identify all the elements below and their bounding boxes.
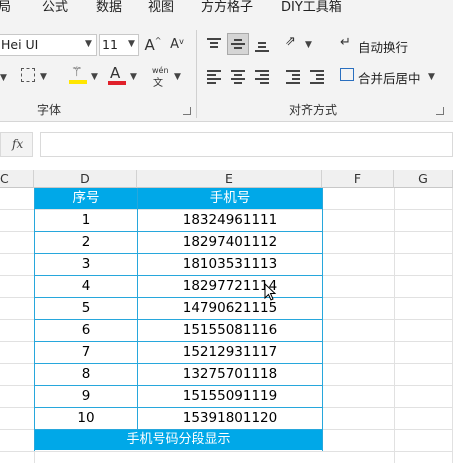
table-border	[137, 188, 138, 430]
mouse-pointer-icon	[264, 283, 277, 301]
borders-icon[interactable]	[21, 68, 35, 82]
table-border	[34, 253, 323, 254]
alignment-group-label: 对齐方式	[289, 103, 338, 117]
cell-phone[interactable]: 18103531113	[138, 254, 322, 275]
align-center-icon[interactable]	[231, 70, 245, 84]
tab-layout[interactable]: 局	[0, 0, 11, 15]
cell-phone[interactable]: 15212931117	[138, 342, 322, 363]
increase-font-icon: A	[144, 36, 155, 54]
merge-center-button[interactable]: 合并后居中 ▼	[340, 66, 445, 86]
column-header-f[interactable]: F	[322, 170, 394, 188]
ribbon-tab-bar: 局 公式 数据 视图 方方格子 DIY工具箱	[0, 0, 453, 22]
tab-diy-toolbox[interactable]: DIY工具箱	[281, 0, 342, 15]
font-color-button[interactable]: A	[106, 64, 128, 86]
cell-index[interactable]: 8	[35, 364, 137, 385]
increase-indent-icon[interactable]	[310, 70, 324, 84]
cell-phone[interactable]: 18324961111	[138, 210, 322, 231]
font-name-select[interactable]: Hei UI ▼	[0, 34, 97, 56]
wrap-text-icon: ↵	[340, 35, 351, 50]
formula-input[interactable]	[40, 132, 453, 157]
header-cell-index[interactable]: 序号	[35, 188, 137, 209]
chevron-down-icon[interactable]: ▼	[40, 72, 47, 82]
table-border	[34, 363, 323, 364]
wrap-text-button[interactable]: ↵ 自动换行	[340, 35, 440, 55]
table-border	[34, 429, 323, 430]
font-color-bar	[108, 81, 126, 85]
column-header-c[interactable]: C	[0, 170, 34, 188]
phonetic-guide-button[interactable]: wén 文	[148, 64, 172, 89]
cell-index[interactable]: 4	[35, 276, 137, 297]
column-header-g[interactable]: G	[394, 170, 453, 188]
cell-phone[interactable]: 15155091119	[138, 386, 322, 407]
table-border	[34, 407, 323, 408]
cell-index[interactable]: 1	[35, 210, 137, 231]
decrease-font-icon: A	[170, 37, 180, 52]
gridline	[394, 188, 395, 463]
decrease-font-size-button[interactable]: Av	[168, 37, 186, 52]
cell-phone[interactable]: 18297721114	[138, 276, 322, 297]
align-right-icon[interactable]	[255, 70, 269, 84]
chevron-down-icon[interactable]: ▼	[91, 72, 98, 82]
chevron-down-icon: ▼	[128, 39, 135, 49]
align-middle-button[interactable]	[227, 33, 249, 55]
chevron-down-icon: ▼	[85, 39, 92, 49]
cell-index[interactable]: 3	[35, 254, 137, 275]
group-separator	[196, 30, 197, 118]
gridline	[0, 451, 453, 452]
font-group-label: 字体	[37, 103, 62, 117]
tab-formulas[interactable]: 公式	[42, 0, 68, 15]
cell-index[interactable]: 6	[35, 320, 137, 341]
tab-ffgz[interactable]: 方方格子	[201, 0, 253, 15]
table-border	[34, 275, 323, 276]
footer-merged-cell[interactable]: 手机号码分段显示	[35, 430, 322, 450]
tab-view[interactable]: 视图	[148, 0, 174, 15]
table-border	[34, 231, 323, 232]
increase-font-size-button[interactable]: A^	[144, 36, 162, 54]
align-middle-icon	[231, 38, 245, 50]
alignment-dialog-launcher[interactable]	[436, 107, 444, 115]
align-top-icon[interactable]	[207, 38, 221, 50]
align-left-icon[interactable]	[207, 70, 221, 84]
table-border	[34, 385, 323, 386]
column-header-e[interactable]: E	[137, 170, 322, 188]
tab-data[interactable]: 数据	[96, 0, 122, 15]
orientation-icon[interactable]: ⇗	[285, 34, 296, 49]
chevron-down-icon[interactable]: ▼	[0, 73, 7, 83]
fill-color-button[interactable]: ⚚	[67, 64, 89, 86]
cell-index[interactable]: 9	[35, 386, 137, 407]
cell-phone[interactable]: 14790621115	[138, 298, 322, 319]
table-border	[34, 319, 323, 320]
cell-phone[interactable]: 18297401112	[138, 232, 322, 253]
font-dialog-launcher[interactable]	[183, 107, 191, 115]
cell-phone[interactable]: 15391801120	[138, 408, 322, 429]
paint-bucket-icon: ⚚	[71, 65, 83, 80]
chevron-down-icon[interactable]: ▼	[130, 72, 137, 82]
fill-color-bar	[69, 80, 87, 84]
chevron-down-icon: ▼	[428, 72, 435, 82]
chevron-down-icon[interactable]: ▼	[174, 72, 181, 82]
merge-center-icon	[340, 68, 354, 81]
cell-phone[interactable]: 15155081116	[138, 320, 322, 341]
column-header-d[interactable]: D	[34, 170, 137, 188]
table-border	[34, 297, 323, 298]
cell-index[interactable]: 5	[35, 298, 137, 319]
cell-index[interactable]: 2	[35, 232, 137, 253]
font-size-select[interactable]: 11 ▼	[99, 34, 139, 56]
cell-index[interactable]: 10	[35, 408, 137, 429]
cell-index[interactable]: 7	[35, 342, 137, 363]
align-bottom-icon[interactable]	[255, 40, 269, 52]
insert-function-button[interactable]: fx	[0, 132, 33, 157]
font-color-icon: A	[110, 64, 121, 82]
table-border	[34, 341, 323, 342]
fx-icon: fx	[12, 137, 24, 151]
decrease-indent-icon[interactable]	[286, 70, 300, 84]
header-cell-phone[interactable]: 手机号	[138, 188, 322, 209]
chevron-down-icon[interactable]: ▼	[305, 40, 312, 50]
cell-phone[interactable]: 13275701118	[138, 364, 322, 385]
